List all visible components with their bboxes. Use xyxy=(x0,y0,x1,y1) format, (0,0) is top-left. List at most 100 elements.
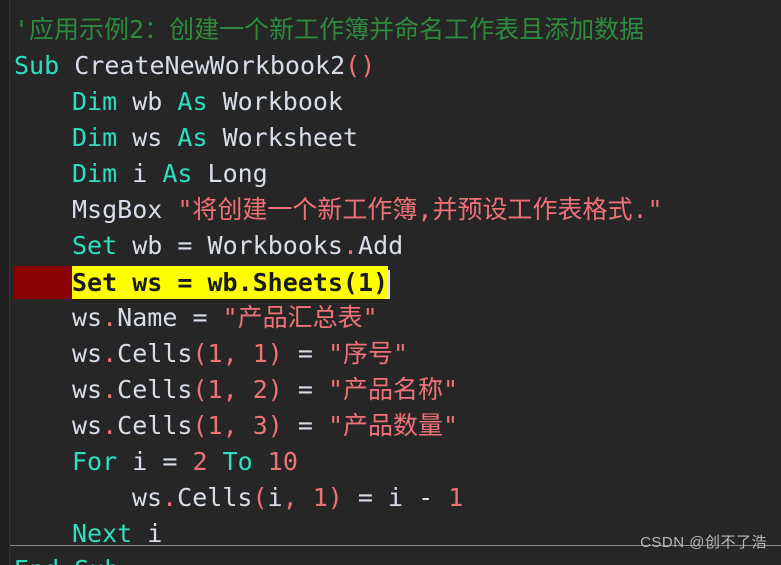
code-line-text: ws.Cells(1, 1) = "序号" xyxy=(0,336,408,372)
code-line-text: '应用示例2：创建一个新工作簿并命名工作表且添加数据 xyxy=(0,12,644,48)
token-kw: End xyxy=(14,555,59,565)
code-line[interactable]: Set ws = wb.Sheets(1) xyxy=(0,264,781,300)
token-num: 10 xyxy=(267,447,298,476)
token-dot: . xyxy=(162,483,178,512)
code-line-text: ws.Name = "产品汇总表" xyxy=(0,300,378,336)
highlighted-code-text[interactable]: Set ws = wb.Sheets(1) xyxy=(72,266,391,299)
code-line-text: ws.Cells(1, 2) = "产品名称" xyxy=(0,372,458,408)
token-op: = xyxy=(177,231,193,260)
code-screenshot: '应用示例2：创建一个新工作簿并命名工作表且添加数据 Sub CreateNewW… xyxy=(0,0,781,565)
token-kw: Dim xyxy=(72,159,118,188)
token-ident: i xyxy=(267,483,283,512)
token-ident: i xyxy=(147,519,163,548)
token-ident: Long xyxy=(207,159,268,188)
token-ident: ws xyxy=(132,483,163,512)
token-kw: For xyxy=(72,447,118,476)
code-line-text: End Sub xyxy=(0,552,119,565)
token-str: "产品数量" xyxy=(328,411,459,440)
code-line[interactable]: MsgBox "将创建一个新工作簿,并预设工作表格式." xyxy=(0,192,781,228)
token-op: = xyxy=(192,303,208,332)
code-line[interactable]: For i = 2 To 10 xyxy=(0,444,781,480)
code-line-text: For i = 2 To 10 xyxy=(0,444,298,480)
code-line-text: ws.Cells(i, 1) = i - 1 xyxy=(0,480,463,516)
token-punct: ) xyxy=(327,483,343,512)
code-line[interactable]: ws.Cells(1, 3) = "产品数量" xyxy=(0,408,781,444)
token-ident: Add xyxy=(358,231,404,260)
breakpoint-marker[interactable] xyxy=(14,266,72,299)
token-str: "将创建一个新工作簿,并预设工作表格式." xyxy=(177,195,663,224)
token-kw: Set xyxy=(72,231,118,260)
token-dot: . xyxy=(102,375,118,404)
code-line[interactable]: Dim ws As Worksheet xyxy=(0,120,781,156)
token-dot: . xyxy=(102,303,118,332)
token-punct: ( xyxy=(252,483,268,512)
code-line[interactable]: ws.Cells(1, 2) = "产品名称" xyxy=(0,372,781,408)
token-str: "序号" xyxy=(328,339,409,368)
token-ident: i xyxy=(132,447,148,476)
code-line[interactable]: Sub CreateNewWorkbook2() xyxy=(0,48,781,84)
token-str: "产品汇总表" xyxy=(222,303,378,332)
code-line-text: Dim i As Long xyxy=(0,156,268,192)
token-num: 1 xyxy=(252,339,268,368)
token-op: = xyxy=(297,411,313,440)
token-ident: wb xyxy=(132,87,163,116)
code-line[interactable]: ws.Cells(1, 1) = "序号" xyxy=(0,336,781,372)
token-str: "产品名称" xyxy=(328,375,459,404)
token-ident: Cells xyxy=(177,483,253,512)
token-ident: i xyxy=(132,159,148,188)
token-dot: . xyxy=(102,411,118,440)
token-ident: ws xyxy=(72,411,103,440)
token-kw: Sub xyxy=(14,51,60,80)
csdn-watermark: CSDN @创不了浩 xyxy=(640,534,767,551)
token-op: = xyxy=(297,375,313,404)
code-line-text: ws.Cells(1, 3) = "产品数量" xyxy=(0,408,458,444)
token-punct: ) xyxy=(267,375,283,404)
token-kw: As xyxy=(177,87,208,116)
token-kw: Next xyxy=(72,519,133,548)
code-line[interactable]: ws.Cells(i, 1) = i - 1 xyxy=(0,480,781,516)
code-line-text: Set wb = Workbooks.Add xyxy=(0,228,403,264)
code-line[interactable]: '应用示例2：创建一个新工作簿并命名工作表且添加数据 xyxy=(0,12,781,48)
token-ident: ws xyxy=(72,375,103,404)
code-area[interactable]: '应用示例2：创建一个新工作簿并命名工作表且添加数据 Sub CreateNewW… xyxy=(0,12,781,565)
token-op: = xyxy=(357,483,373,512)
code-line[interactable]: End Sub xyxy=(0,552,781,565)
token-ident: Cells xyxy=(117,339,193,368)
code-line[interactable]: ws.Name = "产品汇总表" xyxy=(0,300,781,336)
code-line[interactable]: Dim i As Long xyxy=(0,156,781,192)
token-num: 3 xyxy=(252,411,268,440)
token-num: 1 xyxy=(207,411,223,440)
token-ident: ws xyxy=(72,303,103,332)
token-ident: MsgBox xyxy=(72,195,163,224)
token-kw: As xyxy=(162,159,193,188)
token-punct: ) xyxy=(267,339,283,368)
code-line[interactable]: Set wb = Workbooks.Add xyxy=(0,228,781,264)
code-line-text: Sub CreateNewWorkbook2() xyxy=(0,48,375,84)
token-punct: , xyxy=(222,375,238,404)
code-line[interactable]: Dim wb As Workbook xyxy=(0,84,781,120)
token-num: 1 xyxy=(207,375,223,404)
token-dot: . xyxy=(102,339,118,368)
code-line-text: Dim wb As Workbook xyxy=(0,84,343,120)
